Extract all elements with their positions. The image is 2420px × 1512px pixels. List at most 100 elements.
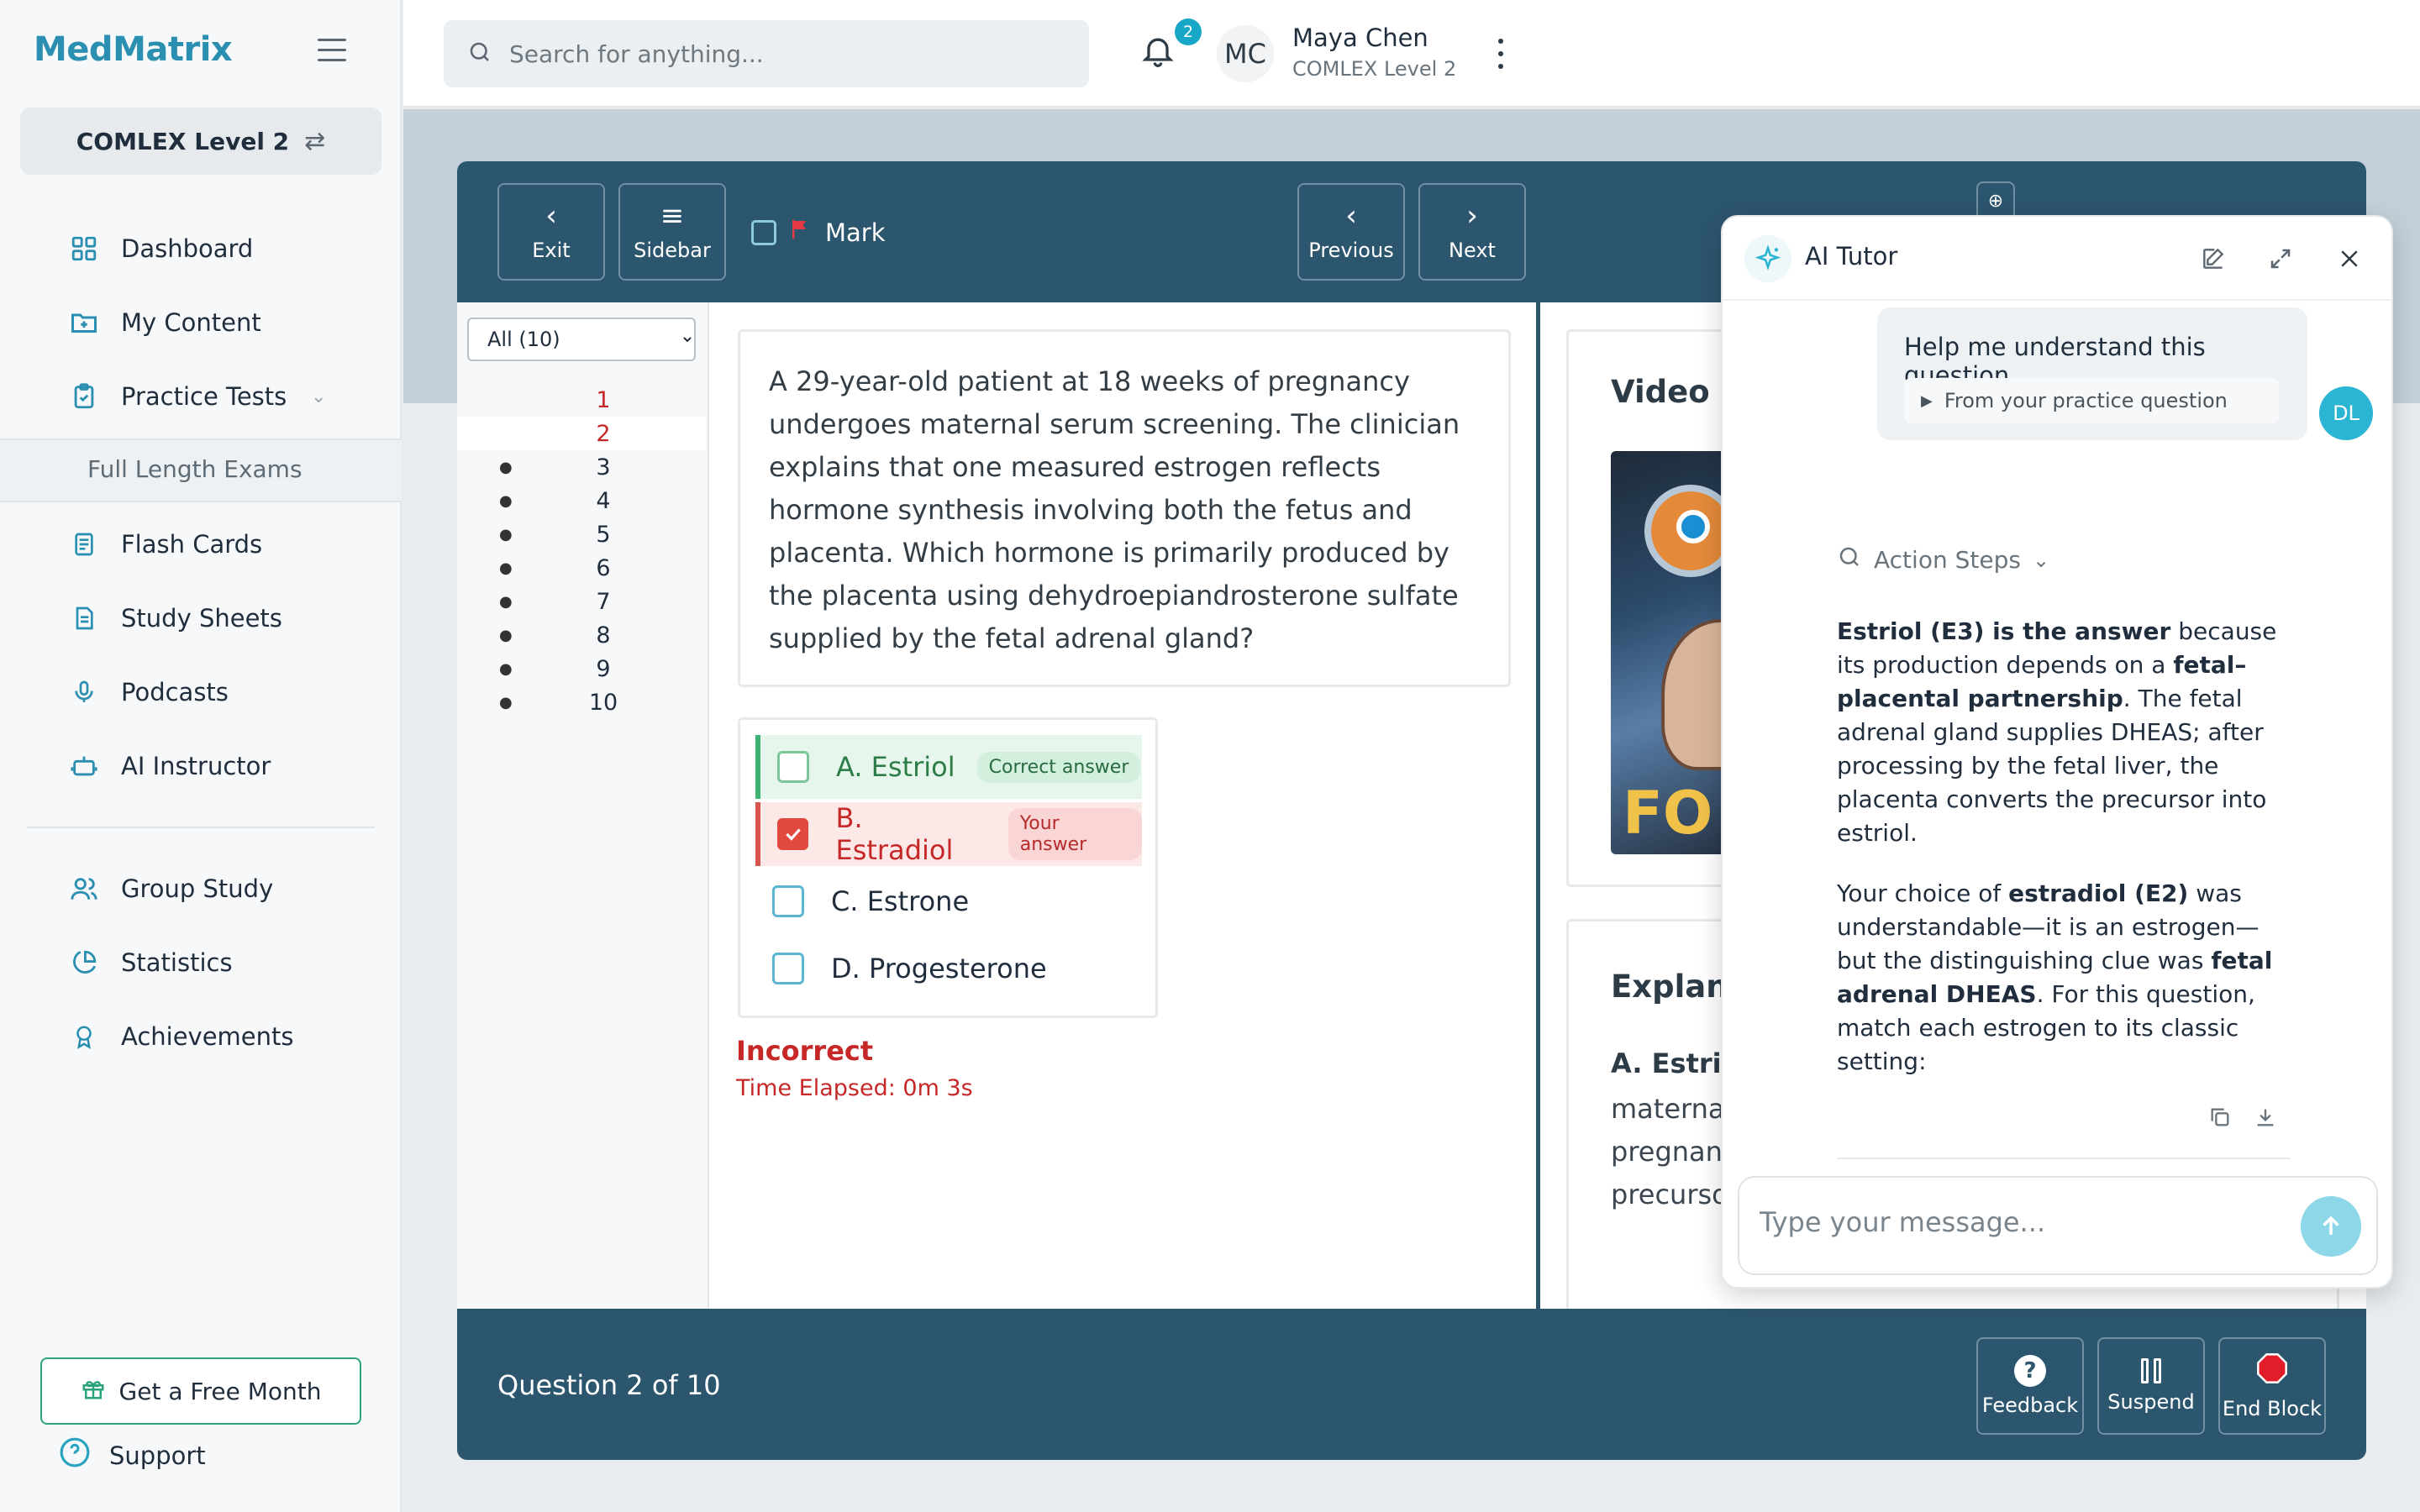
exit-button[interactable]: ‹ Exit	[497, 183, 605, 281]
choice-checkbox[interactable]	[772, 953, 804, 984]
feedback-label: Feedback	[1981, 1394, 2079, 1417]
edit-icon[interactable]	[2196, 242, 2230, 276]
sidebar-item-achievements[interactable]: Achievements	[67, 1011, 294, 1062]
send-button[interactable]	[2301, 1196, 2361, 1257]
users-icon	[67, 872, 101, 906]
user-avatar[interactable]: MC	[1217, 25, 1274, 82]
free-month-button[interactable]: Get a Free Month	[40, 1357, 361, 1425]
question-list-item[interactable]: 1	[457, 383, 706, 417]
exam-selector[interactable]: COMLEX Level 2 ⇄	[20, 108, 381, 175]
sidebar-item-statistics[interactable]: Statistics	[67, 937, 233, 988]
sidebar-item-dashboard[interactable]: Dashboard	[67, 223, 253, 274]
list-icon: ≡	[660, 199, 685, 233]
expand-icon[interactable]	[2264, 242, 2297, 276]
choice-checkbox[interactable]	[777, 751, 809, 783]
arrow-up-icon	[2323, 1215, 2339, 1235]
question-list: All (10) 1 2 ● 3 ● 4 ● 5 ● 6 ● 7 ● 8 ● 9 ● 10	[457, 302, 709, 1309]
search-icon	[1837, 544, 1862, 575]
bullet: ●	[499, 525, 513, 543]
correct-answer-badge: Correct answer	[976, 751, 1141, 783]
exam-footer: Question 2 of 10 ? Feedback Suspend End …	[457, 1309, 2366, 1460]
end-block-button[interactable]: End Block	[2218, 1337, 2326, 1435]
message-source-toggle[interactable]: ▶ From your practice question	[1904, 378, 2279, 423]
sidebar-item-group-study[interactable]: Group Study	[67, 864, 273, 914]
sidebar-toggle-button[interactable]: ≡ Sidebar	[618, 183, 726, 281]
sidebar-item-my-content[interactable]: My Content	[67, 297, 261, 348]
pause-icon	[2141, 1358, 2161, 1383]
question-list-item[interactable]: ● 3	[457, 450, 706, 484]
search-input[interactable]	[509, 39, 1047, 68]
support-link[interactable]: Support	[59, 1436, 206, 1474]
sidebar-item-practice-tests[interactable]: Practice Tests ⌄	[67, 371, 326, 422]
previous-button[interactable]: ‹ Previous	[1297, 183, 1405, 281]
menu-toggle-icon[interactable]	[318, 39, 346, 64]
chevron-left-icon: ‹	[545, 199, 557, 233]
sidebar-item-flash-cards[interactable]: Flash Cards	[67, 519, 262, 570]
question-filter-select[interactable]: All (10)	[467, 318, 696, 361]
exam-selector-label: COMLEX Level 2	[76, 127, 290, 155]
answer-choice-b[interactable]: B. Estradiol Your answer	[755, 802, 1142, 866]
sidebar-item-podcasts[interactable]: Podcasts	[67, 667, 229, 717]
result-status: Incorrect	[736, 1035, 874, 1067]
end-block-label: End Block	[2222, 1397, 2323, 1420]
question-list-item[interactable]: ● 5	[457, 517, 706, 551]
question-stem: A 29-year-old patient at 18 weeks of pre…	[738, 329, 1511, 687]
suspend-button[interactable]: Suspend	[2097, 1337, 2205, 1435]
choice-label: A. Estriol	[836, 751, 955, 783]
question-list-item[interactable]: ● 4	[457, 484, 706, 517]
user-chat-avatar: DL	[2319, 386, 2373, 440]
chevron-down-icon: ⌄	[311, 386, 327, 407]
question-list-item[interactable]: ● 8	[457, 618, 706, 652]
question-list-item[interactable]: ● 7	[457, 585, 706, 618]
question-number: 5	[596, 521, 611, 548]
tutor-title: AI Tutor	[1805, 242, 1898, 270]
close-icon[interactable]	[2333, 242, 2366, 276]
user-name: Maya Chen	[1292, 24, 1428, 52]
question-circle-icon: ?	[2014, 1355, 2046, 1387]
sidebar-item-label: Study Sheets	[121, 604, 282, 633]
bullet: ●	[499, 626, 513, 644]
next-button[interactable]: › Next	[1418, 183, 1526, 281]
question-list-item[interactable]: ● 6	[457, 551, 706, 585]
question-list-item-current[interactable]: 2	[457, 417, 706, 450]
feedback-button[interactable]: ? Feedback	[1976, 1337, 2084, 1435]
tutor-response: Estriol (E3) is the answer because its p…	[1837, 615, 2291, 1105]
chevron-right-icon: ›	[1466, 199, 1478, 233]
sidebar-subitem-full-length[interactable]: Full Length Exams	[0, 438, 402, 502]
choice-checkbox-checked[interactable]	[777, 818, 809, 850]
question-number: 3	[596, 454, 611, 480]
microphone-icon	[67, 675, 101, 709]
question-number: 9	[596, 655, 611, 682]
search-box[interactable]	[444, 20, 1089, 87]
sidebar-item-ai-instructor[interactable]: AI Instructor	[67, 741, 271, 791]
sidebar-item-label: Group Study	[121, 874, 274, 903]
time-elapsed: Time Elapsed: 0m 3s	[736, 1075, 973, 1101]
sparkle-icon	[1744, 235, 1791, 282]
more-options-icon[interactable]	[1496, 39, 1506, 69]
sidebar-subitem-label: Full Length Exams	[87, 455, 302, 483]
swap-icon: ⇄	[304, 126, 326, 156]
download-icon[interactable]	[2254, 1105, 2277, 1132]
answer-choice-d[interactable]: D. Progesterone	[755, 937, 1142, 1000]
pane-divider[interactable]	[1536, 302, 1540, 1309]
question-count: Question 2 of 10	[497, 1369, 721, 1401]
tutor-message-input[interactable]	[1760, 1206, 2264, 1238]
copy-icon[interactable]	[2208, 1105, 2232, 1132]
question-list-item[interactable]: ● 10	[457, 685, 706, 719]
sidebar-item-study-sheets[interactable]: Study Sheets	[67, 593, 282, 643]
answer-choice-c[interactable]: C. Estrone	[755, 869, 1142, 933]
sidebar-divider	[27, 827, 375, 828]
brand-logo[interactable]: MedMatrix	[34, 30, 233, 69]
help-circle-icon	[59, 1436, 91, 1474]
mark-question-toggle[interactable]: Mark	[751, 217, 886, 248]
choice-checkbox[interactable]	[772, 885, 804, 917]
sheet-icon	[67, 601, 101, 635]
question-number: 1	[596, 386, 611, 413]
answer-choice-a[interactable]: A. Estriol Correct answer	[755, 735, 1142, 799]
mark-checkbox[interactable]	[751, 219, 776, 245]
question-list-item[interactable]: ● 9	[457, 652, 706, 685]
bullet: ●	[499, 693, 513, 711]
question-number: 6	[596, 554, 611, 581]
bullet: ●	[499, 458, 513, 476]
action-steps-toggle[interactable]: Action Steps ⌄	[1837, 544, 2049, 575]
